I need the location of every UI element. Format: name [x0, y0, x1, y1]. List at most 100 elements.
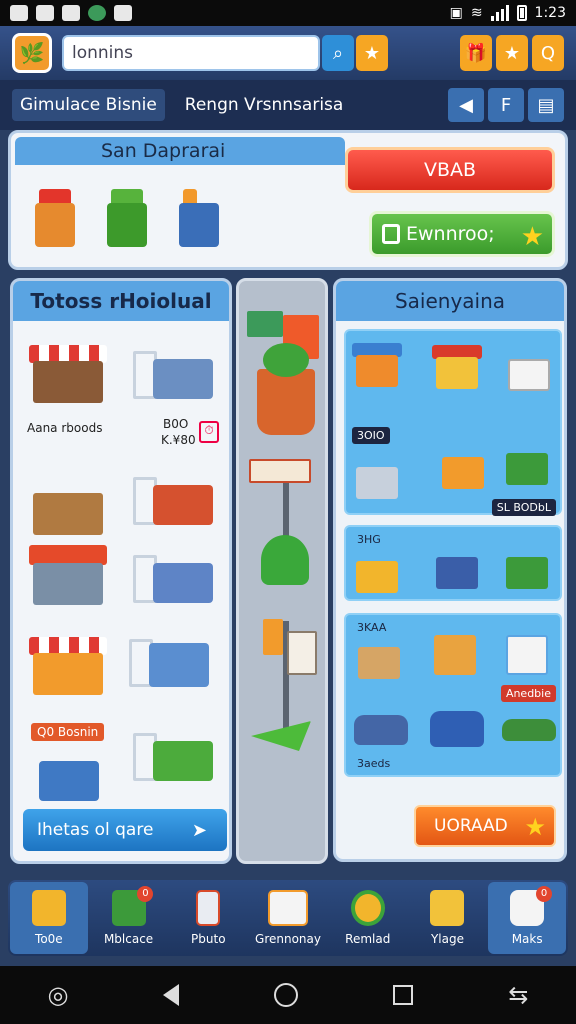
- clock: 1:23: [534, 5, 566, 21]
- building-green-bin[interactable]: [502, 539, 552, 589]
- building-stand[interactable]: [354, 629, 404, 679]
- app-logo-icon[interactable]: 🌿: [12, 33, 52, 73]
- tab-store[interactable]: To0e: [10, 882, 88, 954]
- create-shop-button[interactable]: Ihetas ol qare ➤: [23, 809, 227, 851]
- shop-green-kiosk[interactable]: [133, 721, 219, 781]
- zone-tag-5: Anedbie: [500, 685, 556, 702]
- timer-icon[interactable]: ⏱: [199, 421, 219, 443]
- green-button-label: Ewnnroo;: [406, 223, 495, 245]
- switch-icon[interactable]: ⇆: [508, 981, 528, 1009]
- tab-label: Mblcace: [103, 932, 154, 946]
- shop-wooden-house[interactable]: [129, 627, 215, 687]
- flag-button[interactable]: F: [488, 88, 524, 122]
- star-icon: ★: [520, 222, 544, 252]
- favorite-button[interactable]: ★: [356, 35, 388, 71]
- shop-icon: [114, 5, 132, 21]
- tab-maps[interactable]: 0 Maks: [488, 882, 567, 954]
- search-button[interactable]: ⌕: [322, 35, 354, 71]
- building-mailbox[interactable]: [432, 539, 482, 589]
- building-truck[interactable]: [504, 341, 554, 391]
- magnifier-button[interactable]: Q: [532, 35, 564, 71]
- plant-pot-icon[interactable]: [257, 369, 315, 435]
- save-icon: ▤: [537, 94, 555, 116]
- star-icon: ★: [524, 813, 546, 841]
- search-text: lonnins: [72, 43, 134, 63]
- upload-button[interactable]: UORAAD ★: [414, 805, 556, 847]
- document-icon: [382, 224, 400, 244]
- tab-label: To0e: [35, 932, 63, 946]
- shop-food-counter[interactable]: [133, 339, 219, 399]
- building-dumpster[interactable]: [502, 435, 552, 485]
- notification-badge: 0: [137, 886, 154, 902]
- building-cart[interactable]: [352, 449, 402, 499]
- assistant-icon[interactable]: ◎: [47, 981, 68, 1009]
- tractor-icon[interactable]: [502, 719, 556, 741]
- save-button[interactable]: ▤: [528, 88, 564, 122]
- image-icon: [36, 5, 54, 21]
- shop-sign-icon[interactable]: [249, 459, 311, 483]
- zone-tag-1: 3OIO: [352, 427, 390, 444]
- tab-village[interactable]: Ylage: [409, 882, 487, 954]
- green-shield-icon[interactable]: [261, 535, 309, 585]
- tab-reward[interactable]: Remlad: [329, 882, 407, 954]
- item-green-stand[interactable]: [103, 177, 151, 247]
- car-icon[interactable]: [354, 715, 408, 745]
- tab-market[interactable]: 0 Mblcace: [90, 882, 168, 954]
- battery-icon: [516, 5, 527, 21]
- tab-label: Maks: [511, 932, 543, 946]
- recents-nav-icon[interactable]: [393, 985, 414, 1005]
- back-button[interactable]: ◀: [448, 88, 484, 122]
- signpost-column: [236, 278, 328, 864]
- shop-red-stand[interactable]: [133, 465, 219, 525]
- star-icon: ★: [363, 42, 381, 64]
- tab-company[interactable]: Grennonay: [249, 882, 327, 954]
- sign-flag-icon[interactable]: [247, 311, 283, 337]
- tab-photo[interactable]: Pbuto: [169, 882, 247, 954]
- shop-tag: Q0 Bosnin: [31, 723, 105, 741]
- search-input[interactable]: lonnins: [62, 35, 320, 71]
- board-sign-icon[interactable]: [287, 631, 317, 675]
- system-nav-bar: ◎ ⇆: [0, 966, 576, 1024]
- vibrate-icon: ▣: [449, 5, 463, 21]
- shop-grocery[interactable]: [29, 535, 109, 605]
- shop-awning-store[interactable]: [29, 625, 109, 695]
- home-nav-icon[interactable]: [274, 983, 299, 1007]
- zone-tag-6: 3aeds: [357, 757, 391, 770]
- red-action-button[interactable]: VBAB: [345, 147, 555, 193]
- orange-sign-icon[interactable]: [263, 619, 283, 655]
- store-icon: [31, 890, 66, 926]
- tab-region[interactable]: Rengn Vrsnnsarisa: [177, 89, 352, 121]
- building-booth[interactable]: [502, 625, 552, 675]
- shop-market-stall[interactable]: [29, 333, 109, 403]
- notification-badge: 0: [536, 886, 553, 902]
- globe-icon: [88, 5, 106, 21]
- shop-blue-bins[interactable]: [39, 741, 125, 801]
- zone-tag-2: SL BODbL: [491, 499, 556, 516]
- shop-produce-cart[interactable]: [133, 543, 219, 603]
- gift-button[interactable]: 🎁: [460, 35, 492, 71]
- tab-simulate-business[interactable]: Gimulace Bisnie: [12, 89, 165, 121]
- building-crate[interactable]: [430, 625, 480, 675]
- flag-icon: F: [500, 94, 512, 116]
- plant-icon: [263, 343, 309, 377]
- item-booth[interactable]: [31, 177, 79, 247]
- tab-label: Grennonay: [255, 932, 321, 946]
- upload-label: UORAAD: [434, 816, 508, 836]
- cart-vehicle-icon[interactable]: [430, 711, 484, 747]
- building-kiosk[interactable]: [352, 543, 402, 593]
- tab-label: Remlad: [345, 932, 391, 946]
- back-nav-icon[interactable]: [163, 984, 180, 1006]
- green-action-button[interactable]: Ewnnroo; ★: [369, 211, 555, 257]
- building-bin[interactable]: [438, 439, 488, 489]
- zone-residential: 3OIO SL BODbL: [344, 329, 562, 516]
- shop-shelf[interactable]: [29, 465, 109, 535]
- tab-label: Ylage: [430, 932, 464, 946]
- building-shop[interactable]: [432, 339, 482, 389]
- star-button[interactable]: ★: [496, 35, 528, 71]
- price-label-1: B0O: [163, 417, 189, 431]
- arrow-right-icon: ➤: [191, 819, 207, 841]
- building-house[interactable]: [352, 337, 402, 387]
- city-column: Saienyaina 3OIO SL BODbL 3HG 3KAA Anedbi…: [333, 278, 567, 862]
- top-bar: 🌿 lonnins ⌕ ★ 🎁 ★ Q: [0, 26, 576, 80]
- item-blue-crate[interactable]: [175, 177, 223, 247]
